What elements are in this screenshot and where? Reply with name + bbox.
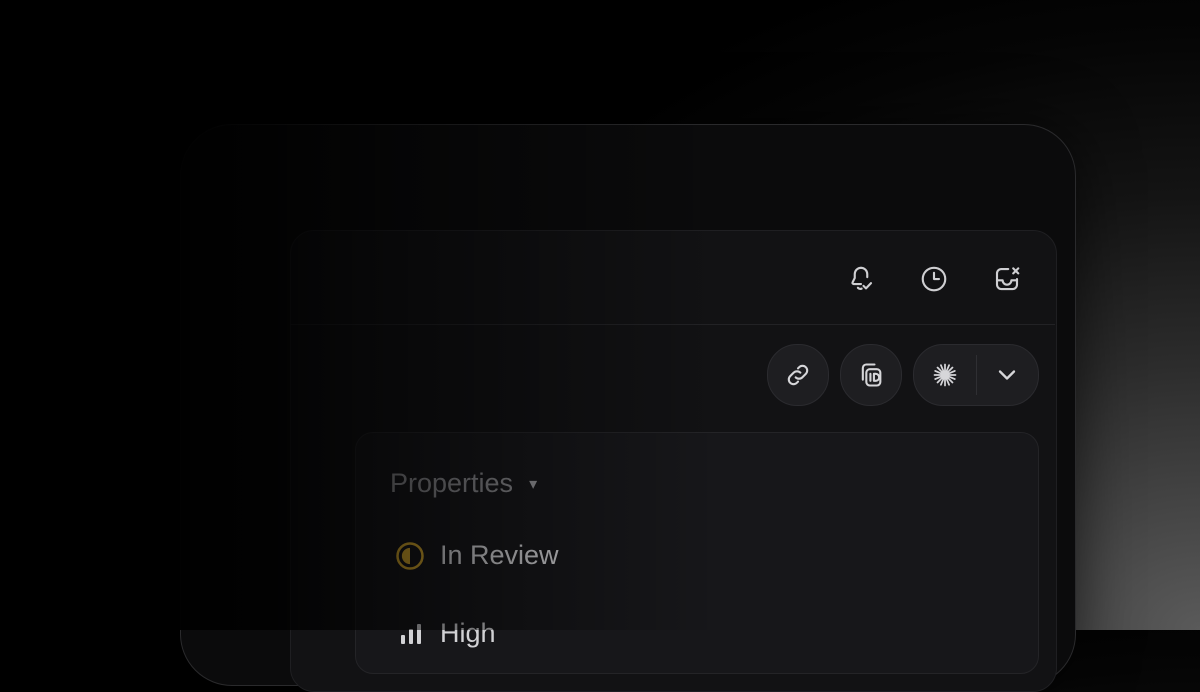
- caret-down-icon: ▾: [529, 475, 538, 493]
- header-divider: [290, 324, 1055, 325]
- notifications-button[interactable]: [845, 263, 877, 295]
- copy-link-button[interactable]: [767, 344, 829, 406]
- link-icon: [787, 364, 809, 386]
- history-button[interactable]: [918, 263, 950, 295]
- copy-id-button[interactable]: [840, 344, 902, 406]
- ai-action-split-button: [913, 344, 1039, 406]
- priority-label: High: [440, 618, 496, 648]
- ai-spark-icon: [933, 363, 957, 387]
- bar-chart-icon: [401, 623, 421, 644]
- copy-id-icon: [861, 363, 882, 387]
- properties-label: Properties: [390, 468, 514, 498]
- properties-toggle[interactable]: Properties ▾: [390, 468, 537, 499]
- status-property[interactable]: In Review: [395, 540, 559, 571]
- status-in-review-icon: [396, 541, 424, 570]
- clock-icon: [921, 266, 947, 292]
- bell-check-icon: [851, 266, 873, 290]
- inbox-close-icon: [995, 267, 1020, 291]
- priority-property[interactable]: High: [400, 618, 496, 649]
- ai-action-button[interactable]: [914, 345, 976, 405]
- chevron-down-icon: [999, 370, 1016, 380]
- ai-action-dropdown[interactable]: [976, 345, 1038, 405]
- status-label: In Review: [440, 540, 559, 570]
- close-inbox-button[interactable]: [991, 263, 1023, 295]
